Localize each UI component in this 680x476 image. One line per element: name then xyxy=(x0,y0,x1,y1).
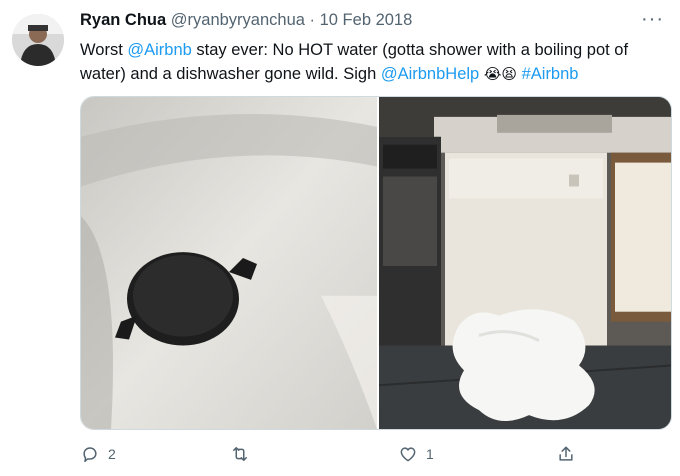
mention-airbnb[interactable]: @Airbnb xyxy=(127,41,191,59)
tweet-date[interactable]: 10 Feb 2018 xyxy=(320,11,413,29)
author-name[interactable]: Ryan Chua xyxy=(80,11,166,29)
reply-button[interactable]: 2 xyxy=(80,444,116,464)
mention-airbnbhelp[interactable]: @AirbnbHelp xyxy=(381,65,479,83)
like-icon xyxy=(400,447,416,462)
like-count: 1 xyxy=(426,446,434,462)
share-button[interactable] xyxy=(556,444,576,464)
retweet-icon xyxy=(233,447,247,461)
more-icon[interactable]: ··· xyxy=(641,8,664,31)
tweet-actions: 2 1 xyxy=(80,444,672,472)
photo-pot-in-bathtub[interactable] xyxy=(81,97,377,429)
emoji-crying-tired: 😭😫 xyxy=(483,66,517,83)
hashtag-airbnb[interactable]: #Airbnb xyxy=(522,65,579,83)
avatar[interactable] xyxy=(12,14,64,66)
author-handle[interactable]: @ryanbyryanchua xyxy=(171,11,305,29)
tweet-media[interactable] xyxy=(80,96,672,430)
tweet-text: Worst @Airbnb stay ever: No HOT water (g… xyxy=(80,38,665,87)
reply-icon xyxy=(83,447,97,463)
tweet-header: Ryan Chua @ryanbyryanchua · 10 Feb 2018 xyxy=(80,11,412,30)
retweet-button[interactable] xyxy=(230,444,258,464)
like-button[interactable]: 1 xyxy=(398,444,434,464)
tweet-text-part: Worst xyxy=(80,41,128,59)
reply-count: 2 xyxy=(108,446,116,462)
share-icon xyxy=(559,446,573,461)
photo-dishwasher-foam[interactable] xyxy=(379,97,672,429)
separator-dot: · xyxy=(309,11,316,29)
